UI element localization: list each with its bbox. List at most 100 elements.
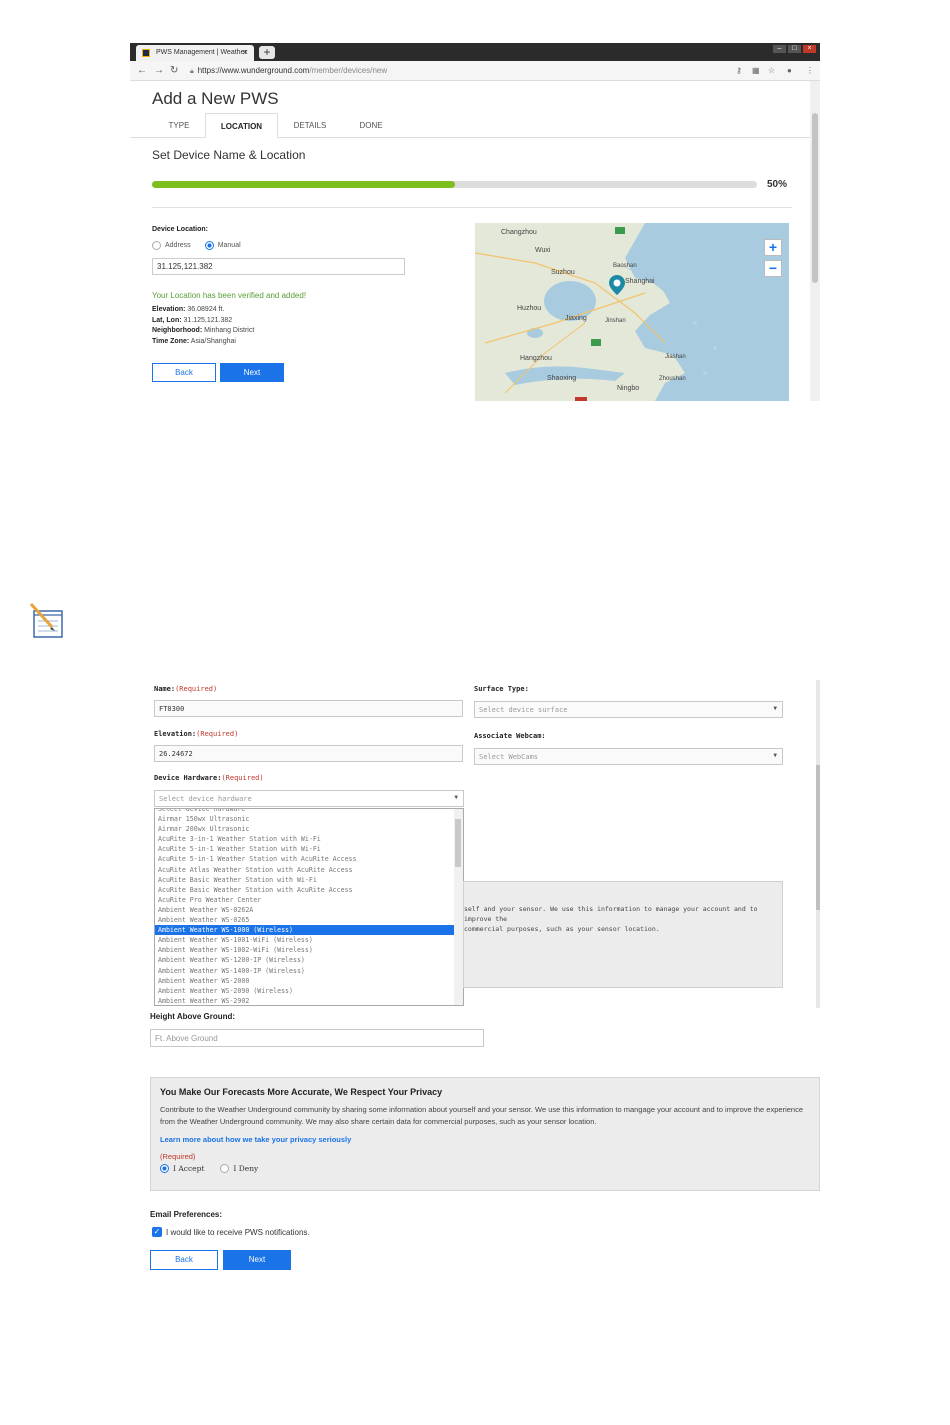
profile-icon[interactable]: ● xyxy=(787,66,792,75)
height-input[interactable]: Ft. Above Ground xyxy=(150,1029,484,1047)
map-label: Jinshan xyxy=(605,318,626,324)
url-host: https://www.wunderground.com xyxy=(197,66,310,75)
hardware-option[interactable]: Ambient Weather WS-0265 xyxy=(155,915,463,925)
minimize-icon[interactable]: – xyxy=(773,45,786,53)
tab-type[interactable]: TYPE xyxy=(154,113,204,138)
translate-icon[interactable]: ▦ xyxy=(752,66,760,75)
hardware-label-text: Device Hardware: xyxy=(154,774,222,782)
tab-close-icon[interactable]: × xyxy=(243,47,248,57)
privacy-box-partial: self and your sensor. We use this inform… xyxy=(463,881,783,988)
hardware-option[interactable]: Airmar 200wx Ultrasonic xyxy=(155,824,463,834)
close-window-icon[interactable]: × xyxy=(803,45,816,53)
browser-tab[interactable]: PWS Management | Weather × xyxy=(136,45,254,61)
list-scrollbar-thumb[interactable] xyxy=(455,819,461,867)
next-button[interactable]: Next xyxy=(220,363,284,382)
new-tab-button[interactable]: + xyxy=(259,46,275,59)
notification-checkbox[interactable]: ✓ xyxy=(152,1227,162,1237)
location-mode-radios: Address Manual xyxy=(152,241,241,250)
menu-dots-icon[interactable]: ⋮ xyxy=(806,66,814,75)
section-title: Set Device Name & Location xyxy=(152,148,306,162)
map-label: Shaoxing xyxy=(547,375,577,382)
email-preferences-label: Email Preferences: xyxy=(150,1210,223,1219)
hardware-option[interactable]: Airmar 150wx Ultrasonic xyxy=(155,814,463,824)
required-tag: (Required) xyxy=(221,774,264,782)
progress-fill xyxy=(152,181,455,188)
reload-icon[interactable]: ↻ xyxy=(170,65,178,76)
hardware-option[interactable]: Ambient Weather WS-1000 (Wireless) xyxy=(155,925,463,936)
elevation-label: Elevation: xyxy=(152,306,186,313)
hardware-option[interactable]: AcuRite 5-in-1 Weather Station with Wi-F… xyxy=(155,844,463,854)
elevation-label: Elevation:(Required) xyxy=(154,730,238,738)
dropdown-caret-icon: ▼ xyxy=(454,794,458,801)
address-radio[interactable] xyxy=(152,241,161,250)
hardware-option[interactable]: AcuRite 5-in-1 Weather Station with AcuR… xyxy=(155,854,463,864)
page-scrollbar[interactable] xyxy=(816,680,820,1008)
dropdown-caret-icon: ▼ xyxy=(773,752,777,759)
map-label: Jiaxing xyxy=(565,315,587,322)
hardware-select[interactable]: Select device hardware ▼ xyxy=(154,790,464,807)
forward-arrow-icon[interactable]: → xyxy=(154,65,164,76)
maximize-icon[interactable]: □ xyxy=(788,45,801,53)
hardware-option[interactable]: AcuRite Pro Weather Center xyxy=(155,895,463,905)
elevation-value: 36.08924 ft. xyxy=(187,306,225,313)
hardware-option[interactable]: Ambient Weather WS-2090 (Wireless) xyxy=(155,986,463,996)
hardware-option[interactable]: AcuRite Basic Weather Station with Wi-Fi xyxy=(155,875,463,885)
map-label: Ningbo xyxy=(617,385,640,392)
location-pin-icon[interactable] xyxy=(609,275,625,295)
hardware-option[interactable]: AcuRite Basic Weather Station with AcuRi… xyxy=(155,885,463,895)
deny-radio[interactable] xyxy=(220,1164,230,1173)
accept-radio[interactable] xyxy=(160,1164,169,1173)
email-checkbox-row: ✓ I would like to receive PWS notificati… xyxy=(152,1227,310,1237)
list-scrollbar[interactable] xyxy=(454,809,463,1005)
browser-tab-bar: PWS Management | Weather × + – □ × xyxy=(130,43,820,61)
latlon-label: Lat, Lon: xyxy=(152,316,182,324)
url-path: /member/devices/new xyxy=(309,66,388,75)
manual-radio[interactable] xyxy=(204,241,214,250)
url-field[interactable]: 🔒︎ https://www.wunderground.com/member/de… xyxy=(190,66,387,76)
device-details-screenshot: Name:(Required) FT0300 Elevation:(Requir… xyxy=(147,680,820,1008)
location-map[interactable]: Changzhou Wuxi Suzhou Baoshan Shanghai H… xyxy=(475,223,789,401)
map-terrain xyxy=(475,223,789,401)
surface-select[interactable]: Select device surface ▼ xyxy=(474,701,783,718)
hardware-option[interactable]: AcuRite 3-in-1 Weather Station with Wi-F… xyxy=(155,834,463,844)
privacy-link[interactable]: Learn more about how we take your privac… xyxy=(160,1135,351,1144)
hardware-option[interactable]: Ambient Weather WS-2000 xyxy=(155,976,463,986)
scrollbar-thumb[interactable] xyxy=(812,113,818,283)
latlon-value: 31.125,121.382 xyxy=(183,316,233,324)
page-scrollbar[interactable] xyxy=(810,81,820,401)
back-button[interactable]: Back xyxy=(152,363,216,382)
hardware-option[interactable]: AcuRite Atlas Weather Station with AcuRi… xyxy=(155,865,463,875)
height-label: Height Above Ground: xyxy=(150,1012,236,1021)
webcam-select[interactable]: Select WebCams ▼ xyxy=(474,748,783,765)
hardware-option[interactable]: Ambient Weather WS-1001-WiFi (Wireless) xyxy=(155,935,463,945)
back-arrow-icon[interactable]: ← xyxy=(137,65,147,76)
tab-done[interactable]: DONE xyxy=(345,113,397,138)
tab-title: PWS Management | Weather xyxy=(156,49,247,56)
scrollbar-thumb[interactable] xyxy=(816,765,820,910)
bookmark-star-icon[interactable]: ☆ xyxy=(768,66,775,75)
surface-label: Surface Type: xyxy=(474,685,529,693)
lock-icon: 🔒︎ xyxy=(190,68,194,75)
map-label: Jiashan xyxy=(665,354,686,360)
required-tag: (Required) xyxy=(175,685,218,693)
back-button[interactable]: Back xyxy=(150,1250,218,1270)
wunderground-favicon-icon xyxy=(142,49,150,57)
hardware-option[interactable]: Ambient Weather WS-1200-IP (Wireless) xyxy=(155,955,463,965)
hardware-option[interactable]: Ambient Weather WS-1002-WiFi (Wireless) xyxy=(155,945,463,955)
zoom-out-button[interactable]: − xyxy=(764,260,782,277)
name-input[interactable]: FT0300 xyxy=(154,700,463,717)
hardware-options-list[interactable]: Select device hardware Airmar 150wx Ultra… xyxy=(154,808,464,1006)
hardware-option[interactable]: Ambient Weather WS-0262A xyxy=(155,905,463,915)
coordinates-input[interactable]: 31.125,121.382 xyxy=(152,258,405,275)
zoom-in-button[interactable]: + xyxy=(764,239,782,256)
elevation-input[interactable]: 26.24672 xyxy=(154,745,463,762)
deny-label: I Deny xyxy=(233,1164,259,1173)
key-icon[interactable]: ⚷ xyxy=(736,66,742,75)
next-button[interactable]: Next xyxy=(223,1250,291,1270)
hardware-option[interactable]: Ambient Weather WS-1400-IP (Wireless) xyxy=(155,966,463,976)
tab-details[interactable]: DETAILS xyxy=(285,113,335,138)
address-bar: ← → ↻ 🔒︎ https://www.wunderground.com/mem… xyxy=(130,61,820,81)
hardware-option[interactable]: Ambient Weather WS-2902 xyxy=(155,996,463,1005)
tab-location[interactable]: LOCATION xyxy=(205,113,278,138)
privacy-partial-line: self and your sensor. We use this inform… xyxy=(464,905,758,923)
